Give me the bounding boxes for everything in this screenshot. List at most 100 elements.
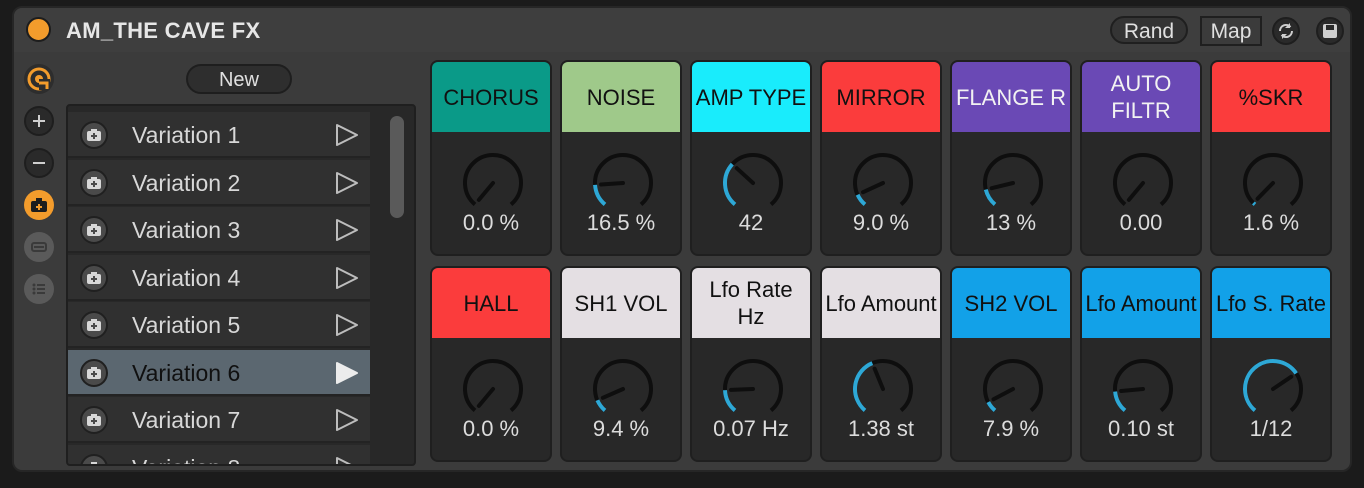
macro-value: 1/12 [1249,416,1293,441]
store-variation-button[interactable] [80,263,108,292]
store-variation-button[interactable] [80,216,108,244]
store-variation-button[interactable] [80,358,108,387]
macro-tile: AUTO FILTR 0.00 [1080,60,1202,256]
macro-name[interactable]: SH1 VOL [562,268,680,338]
play-icon[interactable] [334,408,360,432]
macro-name[interactable]: SH2 VOL [952,268,1070,338]
play-icon[interactable] [334,456,360,467]
variation-row[interactable]: Variation 1 [68,112,370,158]
map-button[interactable]: Map [1200,16,1262,46]
macro-name-label: CHORUS [443,84,539,110]
macro-tile: MIRROR 9.0 % [820,60,942,256]
macro-name[interactable]: Lfo Rate Hz [692,268,810,338]
store-variation-button[interactable] [80,168,108,197]
camera-icon [87,414,101,426]
macro-name-label: AUTO FILTR [1110,71,1172,123]
camera-icon [31,198,47,212]
macro-tile: FLANGE R 13 % [950,60,1072,256]
store-variation-button[interactable] [80,121,108,149]
macro-value: 0.0 % [462,210,520,235]
macro-knob[interactable] [848,354,918,424]
macro-knob[interactable] [458,354,528,424]
variation-label: Variation 1 [132,122,241,148]
macro-knob[interactable] [718,148,788,218]
macro-value: 0.0 % [462,416,520,441]
rand-button[interactable]: Rand [1110,16,1188,44]
variation-row[interactable]: Variation 7 [68,397,370,443]
macro-name[interactable]: AUTO FILTR [1082,62,1200,132]
macro-name[interactable]: Lfo Amount [1082,268,1200,338]
macro-name-label: HALL [463,290,519,316]
camera-icon [87,224,101,236]
macro-tile: AMP TYPE 42 [690,60,812,256]
randomize-toggle[interactable] [24,232,54,262]
macro-knob[interactable] [588,354,658,424]
macro-knob[interactable] [978,148,1048,218]
variations-list: Variation 1 Variation 2 Variation 3 Variati… [66,104,416,466]
chain-list-toggle[interactable] [24,274,54,304]
macro-knob[interactable] [458,148,528,218]
variations-scrollbar[interactable] [390,116,404,218]
macro-knob[interactable] [588,148,658,218]
variation-row[interactable]: Variation 6 [68,349,370,396]
store-variation-button[interactable] [80,406,108,434]
macro-name[interactable]: %SKR [1212,62,1330,132]
variation-row[interactable]: Variation 2 [68,159,370,206]
macro-name-label: FLANGE R [955,84,1067,110]
camera-icon [87,176,101,189]
macro-knob[interactable] [1108,148,1178,218]
macro-knob[interactable] [978,354,1048,424]
macro-name[interactable]: CHORUS [432,62,550,132]
variation-row[interactable]: Variation 4 [68,254,370,301]
macro-knob[interactable] [848,148,918,218]
macro-name[interactable]: FLANGE R [952,62,1070,132]
macro-name[interactable]: HALL [432,268,550,338]
macro-name[interactable]: Lfo S. Rate [1212,268,1330,338]
macro-name-label: Lfo Amount [1085,290,1197,316]
save-button[interactable] [1316,17,1344,45]
macro-tile: %SKR 1.6 % [1210,60,1332,256]
play-icon[interactable] [334,123,360,147]
list-icon [32,283,45,295]
macro-knob[interactable] [1238,354,1308,424]
play-icon[interactable] [334,218,360,242]
play-icon[interactable] [334,313,360,337]
refresh-button[interactable] [1272,17,1300,45]
variation-label: Variation 4 [132,264,241,291]
macro-name[interactable]: AMP TYPE [692,62,810,132]
device-rack: AM_THE CAVE FX Rand Map New Variation 1 … [12,6,1352,472]
play-icon[interactable] [334,266,360,290]
macro-tile: Lfo Rate Hz 0.07 Hz [690,266,812,462]
macro-value: 42 [738,210,764,235]
macro-value: 16.5 % [586,210,656,235]
macro-knob[interactable] [718,354,788,424]
device-power-toggle[interactable] [26,17,51,42]
macro-value: 9.0 % [852,210,910,235]
variation-label: Variation 8 [132,455,240,465]
macro-knob[interactable] [1108,354,1178,424]
new-variation-button[interactable]: New [186,64,292,94]
macro-name[interactable]: Lfo Amount [822,268,940,338]
macro-value: 0.10 st [1107,416,1175,441]
hot-swap-button[interactable] [24,64,54,94]
remove-macro-button[interactable] [24,148,54,178]
variations-toggle[interactable] [24,190,54,220]
device-title-bar: AM_THE CAVE FX Rand Map [14,8,1350,52]
variation-row[interactable]: Variation 5 [68,302,370,348]
play-icon[interactable] [334,361,360,385]
macro-name[interactable]: MIRROR [822,62,940,132]
variation-label: Variation 5 [132,312,241,338]
store-variation-button[interactable] [80,453,108,464]
device-title: AM_THE CAVE FX [66,18,261,43]
macro-knob[interactable] [1238,148,1308,218]
store-variation-button[interactable] [80,311,108,339]
play-icon[interactable] [334,171,360,195]
variation-row[interactable]: Variation 3 [68,207,370,253]
macro-name-label: Lfo S. Rate [1215,290,1327,316]
macro-name[interactable]: NOISE [562,62,680,132]
variation-row[interactable]: Variation 8 [68,444,370,467]
macro-value: 7.9 % [982,416,1040,441]
add-macro-button[interactable] [24,106,54,136]
macro-tile: Lfo Amount 0.10 st [1080,266,1202,462]
refresh-icon [1278,23,1294,39]
